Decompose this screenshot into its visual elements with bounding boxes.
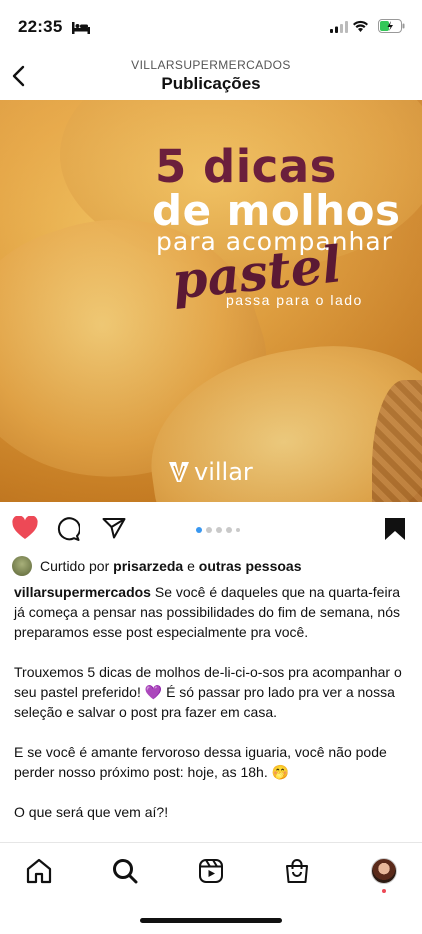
carousel-dot <box>226 527 232 533</box>
page-title: Publicações <box>161 74 261 93</box>
status-time: 22:35 <box>18 17 63 36</box>
liker-avatar[interactable] <box>12 556 32 576</box>
wifi-icon <box>352 19 369 37</box>
post-image[interactable]: 5 dicas de molhos para acompanhar pastel… <box>0 100 422 502</box>
bed-icon <box>72 21 90 39</box>
caption-username[interactable]: villarsupermercados <box>14 584 151 600</box>
nav-shop-button[interactable] <box>283 857 311 885</box>
likes-others-link[interactable]: outras pessoas <box>199 558 302 574</box>
nav-reels-button[interactable] <box>197 857 225 885</box>
status-bar: 22:35 <box>0 0 422 52</box>
notification-dot <box>382 889 386 893</box>
carousel-indicator <box>196 527 240 533</box>
home-indicator[interactable] <box>140 918 282 923</box>
share-button[interactable] <box>102 517 126 544</box>
heart-filled-icon <box>12 515 38 539</box>
bookmark-filled-icon <box>385 518 405 540</box>
search-icon <box>113 859 138 884</box>
comment-button[interactable] <box>56 517 81 546</box>
purple-heart-emoji: 💜 <box>144 684 163 700</box>
post-actions <box>0 502 422 554</box>
caption-paragraph: villarsupermercados Se você é daqueles q… <box>14 582 408 642</box>
liker-username[interactable]: prisarzeda <box>113 558 183 574</box>
brand-name: villar <box>194 458 253 486</box>
bottom-navigation <box>0 842 422 898</box>
caption-paragraph: Trouxemos 5 dicas de molhos de-li-ci-o-s… <box>14 662 408 722</box>
carousel-dot <box>216 527 222 533</box>
carousel-dot <box>196 527 202 533</box>
like-button[interactable] <box>12 515 38 545</box>
save-button[interactable] <box>384 517 406 546</box>
send-icon <box>102 518 126 539</box>
caption-paragraph: O que será que vem aí?! <box>14 804 169 820</box>
brand-logo: villar <box>168 458 253 486</box>
image-swipe-hint: passa para o lado <box>226 292 363 308</box>
nav-home-button[interactable] <box>25 857 53 885</box>
reels-icon <box>199 859 223 883</box>
post-caption: villarsupermercados Se você é daqueles q… <box>14 582 408 842</box>
comment-icon <box>57 517 81 541</box>
likes-summary[interactable]: Curtido por prisarzeda e outras pessoas <box>12 556 302 576</box>
nav-search-button[interactable] <box>111 857 139 885</box>
battery-charging-icon <box>378 19 406 38</box>
home-icon <box>26 858 52 884</box>
header: VILLARSUPERMERCADOS Publicações <box>0 52 422 100</box>
likes-prefix: Curtido por <box>40 558 114 574</box>
profile-avatar <box>371 858 397 884</box>
cellular-signal-icon <box>330 20 348 38</box>
likes-joiner: e <box>183 558 199 574</box>
caption-paragraph: E se você é amante fervoroso dessa iguar… <box>14 744 387 780</box>
shop-icon <box>286 859 308 883</box>
account-name[interactable]: VILLARSUPERMERCADOS <box>0 58 422 72</box>
villar-logo-icon <box>169 462 189 482</box>
carousel-dot <box>206 527 212 533</box>
carousel-dot <box>236 528 240 532</box>
nav-profile-button[interactable] <box>370 857 398 885</box>
